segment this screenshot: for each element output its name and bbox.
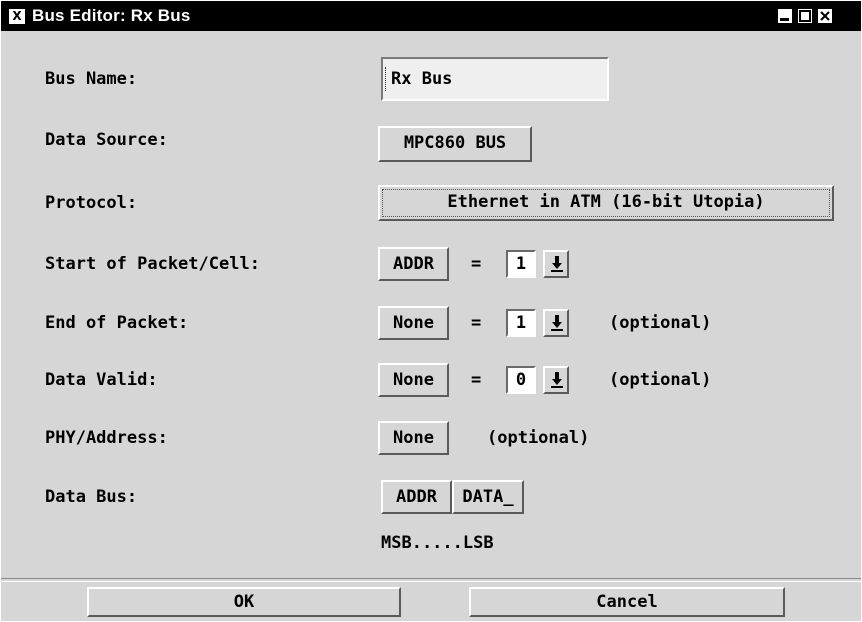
phy-address-signal-button[interactable]: None <box>378 421 449 455</box>
data-valid-signal-button[interactable]: None <box>378 363 449 397</box>
start-of-packet-dropdown[interactable] <box>543 250 569 278</box>
window-title: Bus Editor: Rx Bus <box>32 6 191 25</box>
data-bus-signal-addr[interactable]: ADDR <box>381 480 452 514</box>
arrow-down-icon <box>551 256 563 272</box>
data-valid-optional-note: (optional) <box>609 370 712 390</box>
end-of-packet-value[interactable]: 1 <box>506 309 536 337</box>
start-of-packet-signal-button[interactable]: ADDR <box>378 247 449 281</box>
protocol-button[interactable]: Ethernet in ATM (16-bit Utopia) <box>378 185 834 221</box>
ok-button[interactable]: OK <box>87 587 401 617</box>
cancel-button[interactable]: Cancel <box>469 587 785 617</box>
data-bus-label: Data Bus: <box>45 487 138 507</box>
minimize-icon[interactable] <box>777 8 793 24</box>
phy-address-optional-note: (optional) <box>487 428 590 448</box>
data-source-label: Data Source: <box>45 130 168 150</box>
end-of-packet-dropdown[interactable] <box>543 309 569 337</box>
end-of-packet-label: End of Packet: <box>45 313 189 333</box>
close-icon[interactable] <box>817 8 833 24</box>
data-valid-value[interactable]: 0 <box>506 366 536 394</box>
start-of-packet-value[interactable]: 1 <box>506 250 536 278</box>
data-valid-label: Data Valid: <box>45 370 158 390</box>
bus-name-input[interactable]: Rx Bus <box>381 57 609 101</box>
bus-editor-window: X Bus Editor: Rx Bus Bus Name: Rx Bus Da… <box>0 0 862 622</box>
equals-sign: = <box>471 370 482 390</box>
equals-sign: = <box>471 313 482 333</box>
start-of-packet-label: Start of Packet/Cell: <box>45 254 260 274</box>
text-cursor <box>385 67 387 91</box>
window-menu-icon[interactable]: X <box>9 9 25 24</box>
title-bar[interactable]: X Bus Editor: Rx Bus <box>1 1 861 31</box>
end-of-packet-optional-note: (optional) <box>609 313 712 333</box>
protocol-label: Protocol: <box>45 193 138 213</box>
separator <box>1 578 861 582</box>
bus-name-label: Bus Name: <box>45 69 138 89</box>
data-source-button[interactable]: MPC860 BUS <box>378 126 532 162</box>
data-valid-dropdown[interactable] <box>543 366 569 394</box>
equals-sign: = <box>471 254 482 274</box>
data-bus-signal-data[interactable]: DATA_ <box>452 480 524 514</box>
phy-address-label: PHY/Address: <box>45 428 168 448</box>
arrow-down-icon <box>551 315 563 331</box>
arrow-down-icon <box>551 372 563 388</box>
bus-name-value: Rx Bus <box>391 69 453 89</box>
maximize-icon[interactable] <box>797 8 813 24</box>
bit-order-label: MSB.....LSB <box>381 533 494 553</box>
end-of-packet-signal-button[interactable]: None <box>378 306 449 340</box>
